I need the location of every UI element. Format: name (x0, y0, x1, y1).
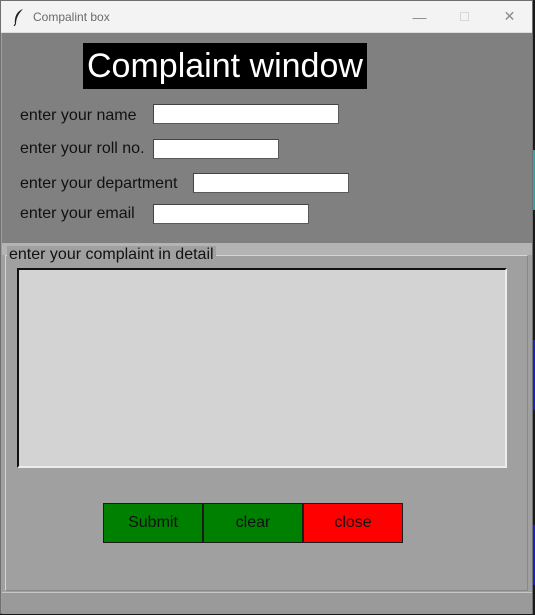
department-label: enter your department (20, 175, 178, 192)
close-window-button[interactable]: ✕ (487, 1, 532, 32)
minimize-button[interactable]: — (397, 1, 442, 32)
complaint-textarea[interactable] (17, 268, 507, 468)
clear-button[interactable]: clear (203, 503, 303, 543)
roll-no-label: enter your roll no. (20, 140, 145, 157)
email-field[interactable] (153, 204, 309, 224)
email-label: enter your email (20, 205, 135, 222)
complaint-group-label: enter your complaint in detail (7, 246, 216, 264)
close-button[interactable]: close (303, 503, 403, 543)
title-bar[interactable]: Compalint box — ☐ ✕ (1, 1, 532, 33)
name-label: enter your name (20, 107, 137, 124)
bottom-bar (2, 592, 532, 614)
feather-icon (13, 9, 23, 26)
maximize-button[interactable]: ☐ (442, 1, 487, 32)
window-title: Compalint box (33, 10, 110, 24)
page-title: Complaint window (83, 43, 367, 89)
name-field[interactable] (153, 104, 339, 124)
complaint-window: Compalint box — ☐ ✕ Complaint window ent… (0, 0, 533, 614)
department-field[interactable] (193, 173, 349, 193)
roll-no-field[interactable] (153, 139, 279, 159)
submit-button[interactable]: Submit (103, 503, 203, 543)
